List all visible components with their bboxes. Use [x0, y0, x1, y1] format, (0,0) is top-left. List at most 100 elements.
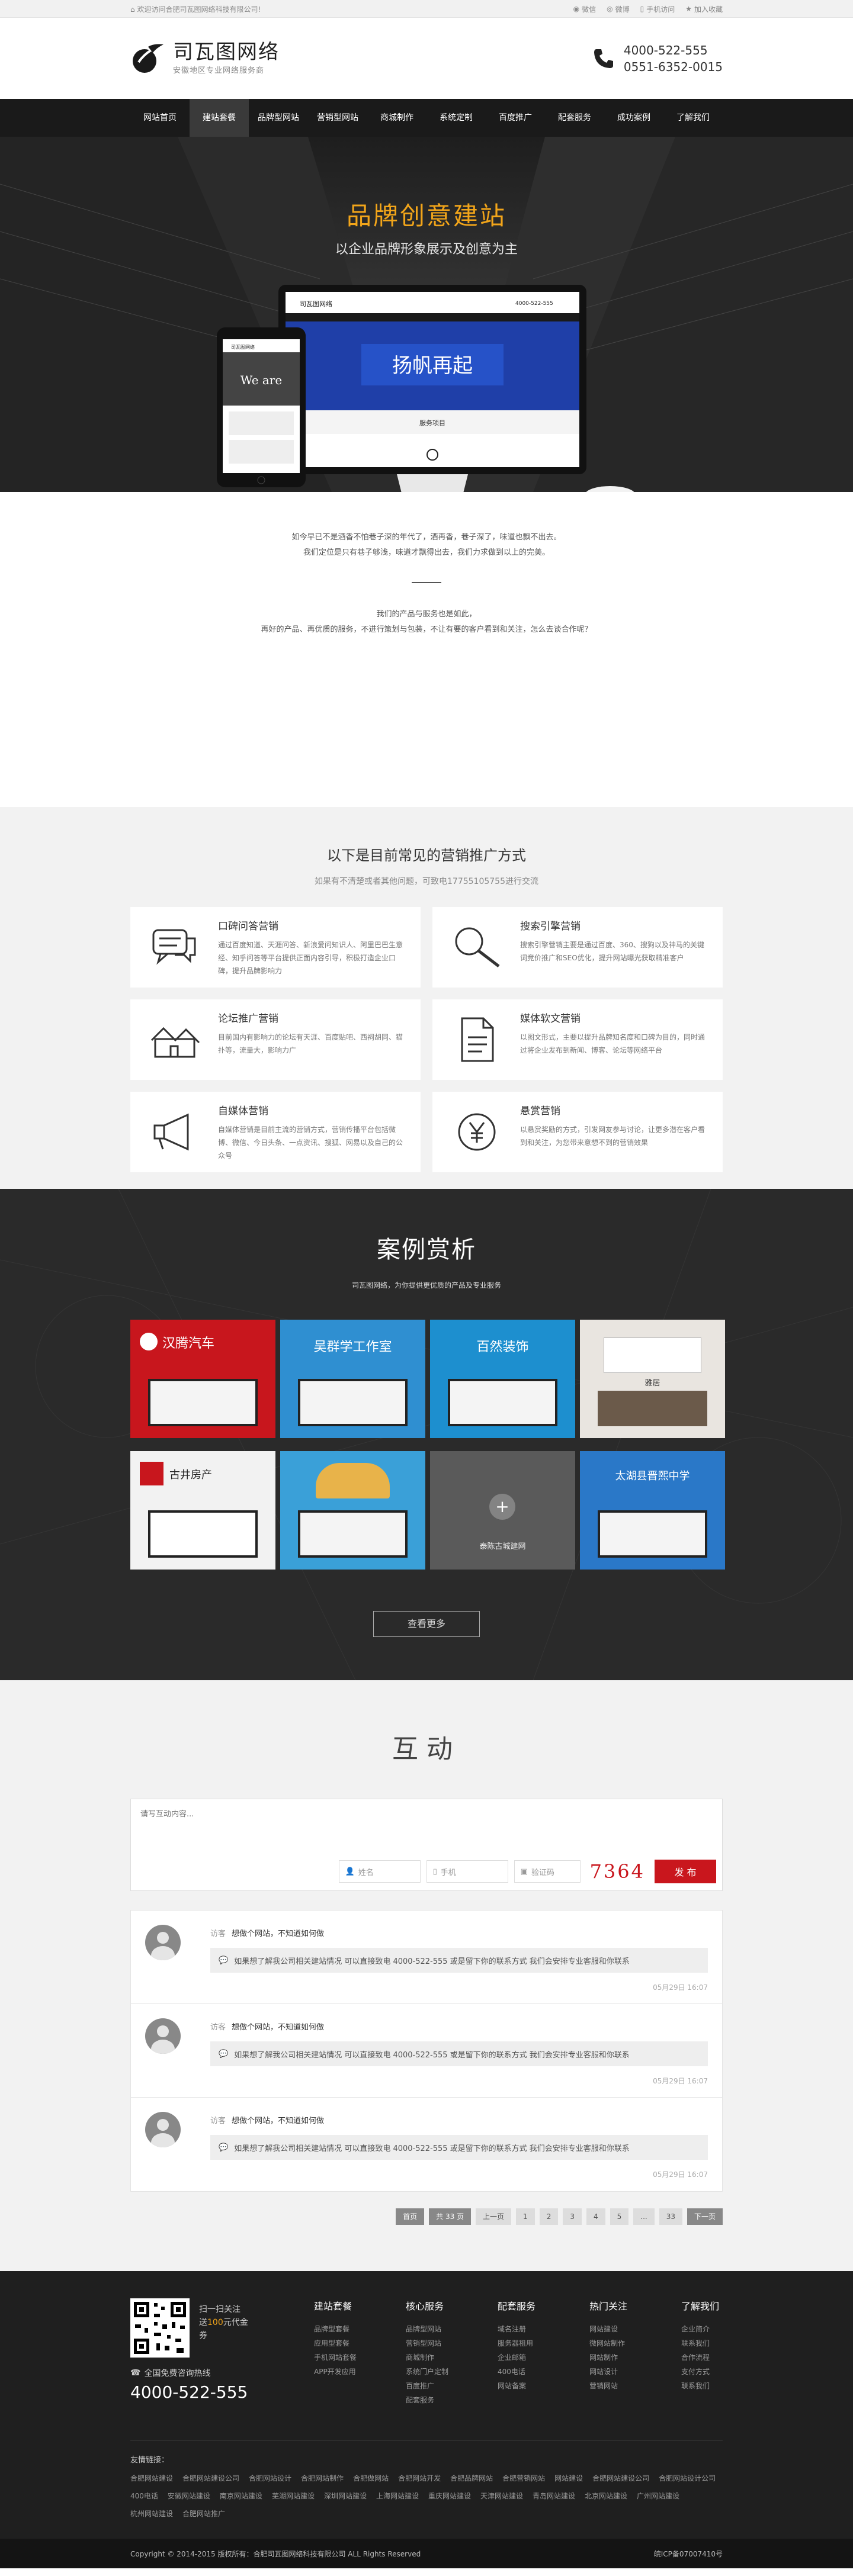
footer-link[interactable]: 联系我们 — [681, 2336, 723, 2350]
icp-text[interactable]: 皖ICP备07007410号 — [654, 2549, 723, 2559]
footer-link[interactable]: 系统门户定制 — [406, 2365, 498, 2379]
marketing-card[interactable]: 搜索引擎营销 搜索引擎营销主要是通过百度、360、搜狗以及神马的关键词竞价推广和S… — [432, 907, 723, 988]
phone-field[interactable]: ▯ 手机 — [426, 1860, 508, 1883]
page-first[interactable]: 首页 — [396, 2208, 425, 2225]
friend-link[interactable]: 网站建设 — [554, 2469, 583, 2487]
case-item[interactable]: 百然装饰 — [430, 1320, 575, 1438]
footer-link[interactable]: 网站制作 — [589, 2350, 681, 2365]
marketing-card[interactable]: 口碑问答营销 通过百度知道、天涯问答、新浪爱问知识人、阿里巴巴生意经、知乎问答等平… — [130, 907, 421, 988]
footer-link[interactable]: 域名注册 — [498, 2322, 589, 2336]
friend-link[interactable]: 合肥网站设计公司 — [659, 2469, 716, 2487]
footer-link[interactable]: APP开发应用 — [314, 2365, 406, 2379]
footer-link[interactable]: 网站备案 — [498, 2379, 589, 2393]
name-field[interactable]: 👤 姓名 — [338, 1860, 421, 1883]
case-item[interactable]: 汉腾汽车 — [130, 1320, 275, 1438]
page-number[interactable]: 1 — [516, 2208, 535, 2225]
comment-item: 访客 想做个网站，不知道如何做 💬 如果想了解我公司相关建站情况 可以直接致电 40… — [131, 1911, 722, 2004]
footer-link[interactable]: 营销网站 — [589, 2379, 681, 2393]
nav-item-about[interactable]: 了解我们 — [663, 99, 723, 137]
friend-link[interactable]: 合肥网站建设 — [130, 2469, 173, 2487]
more-cases-button[interactable]: 查看更多 — [373, 1611, 480, 1637]
friend-link[interactable]: 深圳网站建设 — [324, 2487, 367, 2505]
nav-item-home[interactable]: 网站首页 — [130, 99, 190, 137]
friend-link[interactable]: 400电话 — [130, 2487, 158, 2505]
friend-link[interactable]: 合肥网站推广 — [182, 2505, 225, 2523]
friend-link[interactable]: 北京网站建设 — [585, 2487, 627, 2505]
friend-link[interactable]: 芜湖网站建设 — [272, 2487, 315, 2505]
case-item[interactable] — [280, 1451, 425, 1570]
page-number[interactable]: 5 — [610, 2208, 629, 2225]
footer-link[interactable]: 营销型网站 — [406, 2336, 498, 2350]
friend-link[interactable]: 合肥品牌网站 — [450, 2469, 493, 2487]
friend-link[interactable]: 合肥网站建设公司 — [182, 2469, 239, 2487]
footer-link[interactable]: 400电话 — [498, 2365, 589, 2379]
nav-item-cases[interactable]: 成功案例 — [604, 99, 663, 137]
case-item[interactable]: 雅居 — [580, 1320, 725, 1438]
top-link-weibo[interactable]: ◎ 微博 — [607, 4, 630, 14]
footer-link[interactable]: 品牌型网站 — [406, 2322, 498, 2336]
friend-link[interactable]: 杭州网站建设 — [130, 2505, 173, 2523]
house-icon — [150, 1027, 200, 1058]
page-number[interactable]: 2 — [539, 2208, 559, 2225]
friend-link[interactable]: 合肥网站制作 — [301, 2469, 344, 2487]
footer-link[interactable]: 手机网站套餐 — [314, 2350, 406, 2365]
case-label: 泰陈古城建网 — [479, 1542, 526, 1551]
footer-link[interactable]: 支付方式 — [681, 2365, 723, 2379]
marketing-card[interactable]: 论坛推广营销 目前国内有影响力的论坛有天涯、百度贴吧、西祠胡同、猫扑等，流量大，影… — [130, 999, 421, 1080]
nav-item-marketing-site[interactable]: 营销型网站 — [308, 99, 367, 137]
footer-link[interactable]: 合作流程 — [681, 2350, 723, 2365]
friend-link[interactable]: 天津网站建设 — [480, 2487, 523, 2505]
nav-item-services[interactable]: 配套服务 — [545, 99, 604, 137]
page-prev[interactable]: 上一页 — [476, 2208, 512, 2225]
footer-link[interactable]: 联系我们 — [681, 2379, 723, 2393]
footer-link[interactable]: 品牌型套餐 — [314, 2322, 406, 2336]
case-item[interactable]: 古井房产 — [130, 1451, 275, 1570]
friend-link[interactable]: 合肥网站设计 — [249, 2469, 291, 2487]
top-link-favorite[interactable]: ★ 加入收藏 — [685, 4, 723, 14]
friend-link[interactable]: 合肥做网站 — [353, 2469, 389, 2487]
page-next[interactable]: 下一页 — [687, 2208, 723, 2225]
top-link-mobile[interactable]: ▯ 手机访问 — [640, 4, 675, 14]
friend-link[interactable]: 重庆网站建设 — [428, 2487, 471, 2505]
case-item[interactable]: 吴群学工作室 — [280, 1320, 425, 1438]
page-number[interactable]: 3 — [563, 2208, 582, 2225]
footer-link[interactable]: 应用型套餐 — [314, 2336, 406, 2350]
nav-item-mall[interactable]: 商城制作 — [367, 99, 426, 137]
captcha-image[interactable]: 7364 — [586, 1860, 649, 1883]
footer-link[interactable]: 百度推广 — [406, 2379, 498, 2393]
message-textarea[interactable] — [131, 1799, 722, 1858]
captcha-field[interactable]: ▣ 验证码 — [514, 1860, 581, 1883]
plus-icon[interactable]: + — [489, 1494, 515, 1520]
nav-item-packages[interactable]: 建站套餐 — [190, 99, 249, 137]
nav-item-baidu[interactable]: 百度推广 — [486, 99, 545, 137]
top-link-weixin[interactable]: ◉ 微信 — [573, 4, 597, 14]
card-title: 媒体软文营销 — [520, 1013, 581, 1025]
friend-link[interactable]: 上海网站建设 — [376, 2487, 419, 2505]
footer-link[interactable]: 服务器租用 — [498, 2336, 589, 2350]
marketing-card[interactable]: 媒体软文营销 以图文形式，主要以提升品牌知名度和口碑为目的，同时通过将企业发布到新… — [432, 999, 723, 1080]
case-item[interactable]: 太湖县晋熙中学 — [580, 1451, 725, 1570]
marketing-card[interactable]: 悬赏营销 以悬赏奖励的方式，引发网友参与讨论，让更多潜在客户看到和关注，为您带来意… — [432, 1092, 723, 1172]
page-number[interactable]: 33 — [659, 2208, 682, 2225]
footer-link[interactable]: 微网站制作 — [589, 2336, 681, 2350]
footer-link[interactable]: 网站建设 — [589, 2322, 681, 2336]
site-logo[interactable]: 司瓦图网络 安徽地区专业网络服务商 — [130, 41, 280, 76]
page-number[interactable]: 4 — [586, 2208, 605, 2225]
footer-link[interactable]: 配套服务 — [406, 2393, 498, 2407]
friend-link[interactable]: 青岛网站建设 — [533, 2487, 575, 2505]
marketing-card[interactable]: 自媒体营销 自媒体营销是目前主流的营销方式，营销传播平台包括微博、微信、今日头条、… — [130, 1092, 421, 1172]
friend-link[interactable]: 合肥营销网站 — [502, 2469, 545, 2487]
friend-link[interactable]: 广州网站建设 — [637, 2487, 679, 2505]
case-item[interactable]: + 泰陈古城建网 — [430, 1451, 575, 1570]
publish-button[interactable]: 发 布 — [655, 1860, 716, 1883]
friend-link[interactable]: 安徽网站建设 — [168, 2487, 210, 2505]
nav-item-brand-site[interactable]: 品牌型网站 — [249, 99, 308, 137]
footer-link[interactable]: 商城制作 — [406, 2350, 498, 2365]
friend-link[interactable]: 合肥网站开发 — [398, 2469, 441, 2487]
footer-link[interactable]: 企业邮箱 — [498, 2350, 589, 2365]
friend-link[interactable]: 南京网站建设 — [220, 2487, 262, 2505]
nav-item-system[interactable]: 系统定制 — [426, 99, 486, 137]
footer-link[interactable]: 企业简介 — [681, 2322, 723, 2336]
footer-link[interactable]: 网站设计 — [589, 2365, 681, 2379]
friend-link[interactable]: 合肥网站建设公司 — [592, 2469, 649, 2487]
